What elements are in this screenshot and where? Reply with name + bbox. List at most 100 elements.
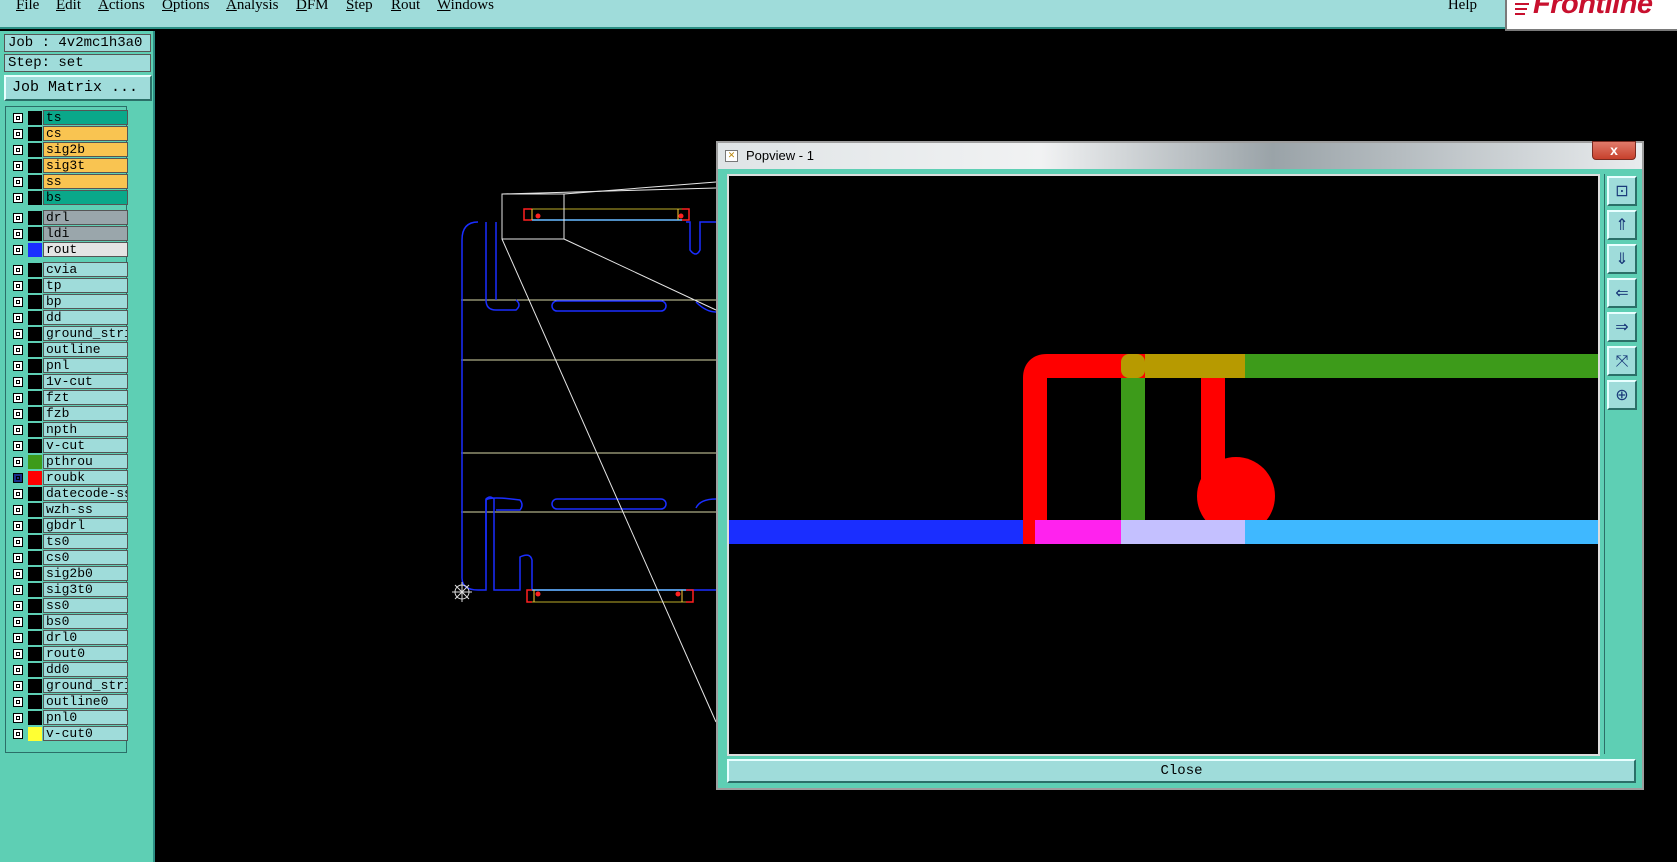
layer-checkbox[interactable] — [13, 161, 23, 171]
menu-step[interactable]: Step — [346, 0, 373, 14]
pan-up-icon[interactable]: ⇑ — [1607, 210, 1637, 240]
menu-help[interactable]: Help — [1448, 0, 1477, 14]
layer-color-swatch[interactable] — [28, 711, 42, 725]
layer-color-swatch[interactable] — [28, 583, 42, 597]
menu-file[interactable]: File — [16, 0, 39, 14]
layer-name[interactable]: roubk — [43, 470, 128, 485]
layer-checkbox[interactable] — [13, 129, 23, 139]
layer-checkbox[interactable] — [13, 617, 23, 627]
layer-row-v-cut0[interactable]: v-cut0 — [8, 726, 128, 742]
layer-name[interactable]: ground_strip — [43, 678, 128, 693]
layer-color-swatch[interactable] — [28, 159, 42, 173]
layer-checkbox[interactable] — [13, 313, 23, 323]
layer-row-ss[interactable]: ss — [8, 174, 128, 190]
layer-row-datecode-ss[interactable]: datecode-ss — [8, 486, 128, 502]
layer-row-roubk[interactable]: roubk — [8, 470, 128, 486]
menu-dfm[interactable]: DFM — [296, 0, 329, 14]
layer-checkbox[interactable] — [13, 329, 23, 339]
layer-checkbox[interactable] — [13, 265, 23, 275]
layer-color-swatch[interactable] — [28, 615, 42, 629]
layer-checkbox[interactable] — [13, 297, 23, 307]
layer-name[interactable]: rout0 — [43, 646, 128, 661]
layer-color-swatch[interactable] — [28, 327, 42, 341]
layer-color-swatch[interactable] — [28, 175, 42, 189]
layer-checkbox[interactable] — [13, 569, 23, 579]
layer-color-swatch[interactable] — [28, 439, 42, 453]
layer-checkbox[interactable] — [13, 409, 23, 419]
layer-checkbox[interactable] — [13, 729, 23, 739]
layer-name[interactable]: cs — [43, 126, 128, 141]
layer-checkbox[interactable] — [13, 489, 23, 499]
layer-row-sig3t[interactable]: sig3t — [8, 158, 128, 174]
layer-color-swatch[interactable] — [28, 407, 42, 421]
layer-checkbox[interactable] — [13, 425, 23, 435]
menu-analysis[interactable]: Analysis — [226, 0, 279, 14]
layer-color-swatch[interactable] — [28, 143, 42, 157]
layer-color-swatch[interactable] — [28, 343, 42, 357]
layer-color-swatch[interactable] — [28, 191, 42, 205]
layer-color-swatch[interactable] — [28, 599, 42, 613]
layer-name[interactable]: ts — [43, 110, 128, 125]
layer-name[interactable]: datecode-ss — [43, 486, 128, 501]
layer-checkbox[interactable] — [13, 377, 23, 387]
layer-color-swatch[interactable] — [28, 375, 42, 389]
layer-checkbox[interactable] — [13, 281, 23, 291]
menu-rout[interactable]: Rout — [391, 0, 420, 14]
layer-checkbox[interactable] — [13, 649, 23, 659]
layer-color-swatch[interactable] — [28, 567, 42, 581]
layer-color-swatch[interactable] — [28, 551, 42, 565]
layer-color-swatch[interactable] — [28, 647, 42, 661]
layer-checkbox[interactable] — [13, 193, 23, 203]
layer-row-rout[interactable]: rout — [8, 242, 128, 258]
layer-row-tp[interactable]: tp — [8, 278, 128, 294]
layer-checkbox[interactable] — [13, 681, 23, 691]
layer-name[interactable]: dd0 — [43, 662, 128, 677]
layer-checkbox[interactable] — [13, 665, 23, 675]
layer-checkbox[interactable] — [13, 177, 23, 187]
layer-name[interactable]: ss — [43, 174, 128, 189]
layer-row-v-cut[interactable]: v-cut — [8, 438, 128, 454]
layer-name[interactable]: outline — [43, 342, 128, 357]
layer-name[interactable]: bp — [43, 294, 128, 309]
layer-row-fzt[interactable]: fzt — [8, 390, 128, 406]
layer-row-outline0[interactable]: outline0 — [8, 694, 128, 710]
menu-actions[interactable]: Actions — [98, 0, 145, 14]
layer-color-swatch[interactable] — [28, 279, 42, 293]
layer-row-npth[interactable]: npth — [8, 422, 128, 438]
layer-name[interactable]: sig2b — [43, 142, 128, 157]
layer-row-ground_strip[interactable]: ground_strip — [8, 326, 128, 342]
layer-row-drl0[interactable]: drl0 — [8, 630, 128, 646]
layer-row-gbdrl[interactable]: gbdrl — [8, 518, 128, 534]
menu-edit[interactable]: Edit — [56, 0, 81, 14]
layer-name[interactable]: dd — [43, 310, 128, 325]
layer-checkbox[interactable] — [13, 213, 23, 223]
layer-color-swatch[interactable] — [28, 631, 42, 645]
layer-color-swatch[interactable] — [28, 127, 42, 141]
layer-name[interactable]: gbdrl — [43, 518, 128, 533]
layer-name[interactable]: rout — [43, 242, 128, 257]
layer-row-1v-cut[interactable]: 1v-cut — [8, 374, 128, 390]
layer-color-swatch[interactable] — [28, 695, 42, 709]
layer-name[interactable]: npth — [43, 422, 128, 437]
layer-checkbox[interactable] — [13, 553, 23, 563]
layer-color-swatch[interactable] — [28, 263, 42, 277]
layer-row-pthrou[interactable]: pthrou — [8, 454, 128, 470]
layer-color-swatch[interactable] — [28, 227, 42, 241]
layer-row-sig2b0[interactable]: sig2b0 — [8, 566, 128, 582]
layer-color-swatch[interactable] — [28, 391, 42, 405]
layer-checkbox[interactable] — [13, 393, 23, 403]
layer-name[interactable]: outline0 — [43, 694, 128, 709]
layer-name[interactable]: ldi — [43, 226, 128, 241]
layer-color-swatch[interactable] — [28, 471, 42, 485]
layer-checkbox[interactable] — [13, 345, 23, 355]
layer-name[interactable]: wzh-ss — [43, 502, 128, 517]
layer-name[interactable]: 1v-cut — [43, 374, 128, 389]
layer-row-rout0[interactable]: rout0 — [8, 646, 128, 662]
window-close-button[interactable]: x — [1592, 141, 1636, 160]
layer-row-ldi[interactable]: ldi — [8, 226, 128, 242]
zoom-fit-icon[interactable]: ⤧ — [1607, 346, 1637, 376]
layer-row-cs0[interactable]: cs0 — [8, 550, 128, 566]
layer-row-cvia[interactable]: cvia — [8, 262, 128, 278]
layer-color-swatch[interactable] — [28, 311, 42, 325]
layer-checkbox[interactable] — [13, 361, 23, 371]
